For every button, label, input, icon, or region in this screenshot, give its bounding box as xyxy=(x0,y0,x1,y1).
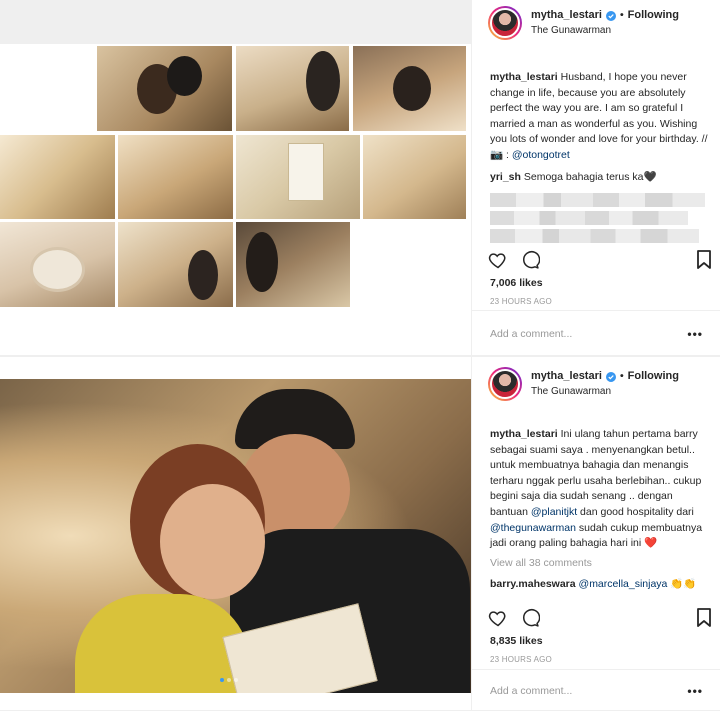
collage-photo xyxy=(118,135,233,219)
comment-username[interactable]: barry.maheswara xyxy=(490,578,576,590)
add-comment-bar: Add a comment... ••• xyxy=(472,669,720,711)
caption-mention[interactable]: @thegunawarman xyxy=(490,522,576,534)
collage-photo xyxy=(0,135,115,219)
caption-text: Husband, I hope you never change in life… xyxy=(490,71,708,161)
action-bar xyxy=(488,608,711,628)
caption-block: mytha_lestari Husband, I hope you never … xyxy=(490,70,710,247)
heart-outline-icon[interactable] xyxy=(488,608,508,628)
collage-photo xyxy=(236,135,360,219)
comment-text: 👏👏 xyxy=(667,578,697,591)
comment-item: barry.maheswara @marcella_sinjaya 👏👏 xyxy=(490,577,710,592)
comment-username[interactable]: yri_sh xyxy=(490,171,521,183)
add-comment-input[interactable]: Add a comment... xyxy=(490,328,572,340)
heart-outline-icon[interactable] xyxy=(488,250,508,270)
verified-badge-icon xyxy=(605,10,616,21)
post-2: mytha_lestari • Following The Gunawarman… xyxy=(0,356,720,711)
caption-mention[interactable]: @planitjkt xyxy=(531,506,577,518)
collage-photo xyxy=(118,222,233,307)
caption-text: dan good hospitality dari xyxy=(577,505,694,518)
more-options-icon[interactable]: ••• xyxy=(687,327,703,341)
more-options-icon[interactable]: ••• xyxy=(687,684,703,698)
separator-dot: • xyxy=(619,370,624,382)
location-link[interactable]: The Gunawarman xyxy=(531,384,679,399)
post-2-photo[interactable] xyxy=(0,379,471,693)
post-1: mytha_lestari • Following The Gunawarman… xyxy=(0,0,720,356)
comment-bubble-icon[interactable] xyxy=(520,250,540,270)
caption-mention[interactable]: @otongotret xyxy=(512,149,570,161)
photo-figure xyxy=(160,484,265,599)
post-header: mytha_lestari • Following The Gunawarman xyxy=(472,0,720,46)
likes-count[interactable]: 8,835 likes xyxy=(490,635,543,647)
timestamp[interactable]: 23 HOURS AGO xyxy=(490,297,552,306)
caption-username[interactable]: mytha_lestari xyxy=(490,71,558,83)
comment-text: Semoga bahagia terus ka🖤 xyxy=(523,170,657,183)
caption-block: mytha_lestari Ini ulang tahun pertama ba… xyxy=(490,427,710,592)
avatar[interactable] xyxy=(488,367,522,401)
post-1-sidebar: mytha_lestari • Following The Gunawarman… xyxy=(471,0,720,355)
likes-count[interactable]: 7,006 likes xyxy=(490,277,543,289)
username-link[interactable]: mytha_lestari xyxy=(531,369,602,384)
timestamp[interactable]: 23 HOURS AGO xyxy=(490,655,552,664)
following-button[interactable]: Following xyxy=(628,369,679,384)
heart-emoji: ❤️ xyxy=(644,537,658,550)
avatar[interactable] xyxy=(488,6,522,40)
bookmark-icon[interactable] xyxy=(696,250,712,270)
post-1-collage[interactable] xyxy=(0,0,471,355)
bookmark-icon[interactable] xyxy=(696,608,712,628)
comment-item: yri_sh Semoga bahagia terus ka🖤 xyxy=(490,170,710,185)
collage-photo xyxy=(353,46,466,131)
username-link[interactable]: mytha_lestari xyxy=(531,8,602,23)
collage-photo xyxy=(97,46,232,131)
comment-bubble-icon[interactable] xyxy=(520,608,540,628)
caption-text: Ini ulang tahun pertama barry sebagai su… xyxy=(490,428,702,518)
verified-badge-icon xyxy=(605,371,616,382)
collage-photo xyxy=(0,222,115,307)
action-bar xyxy=(488,250,711,270)
post-header: mytha_lestari • Following The Gunawarman xyxy=(472,361,720,407)
add-comment-input[interactable]: Add a comment... xyxy=(490,685,572,697)
blurred-comments xyxy=(490,192,705,243)
media-top-band xyxy=(0,0,471,44)
following-button[interactable]: Following xyxy=(628,8,679,23)
caption-username[interactable]: mytha_lestari xyxy=(490,428,558,440)
collage-photo xyxy=(236,46,349,131)
post-2-sidebar: mytha_lestari • Following The Gunawarman… xyxy=(471,357,720,710)
separator-dot: • xyxy=(619,9,624,21)
carousel-indicator[interactable] xyxy=(220,678,238,682)
comment-mention[interactable]: @marcella_sinjaya xyxy=(579,578,668,590)
collage-photo xyxy=(363,135,466,219)
location-link[interactable]: The Gunawarman xyxy=(531,23,679,38)
collage-photo xyxy=(236,222,350,307)
add-comment-bar: Add a comment... ••• xyxy=(472,310,720,356)
view-all-comments-link[interactable]: View all 38 comments xyxy=(490,556,710,572)
